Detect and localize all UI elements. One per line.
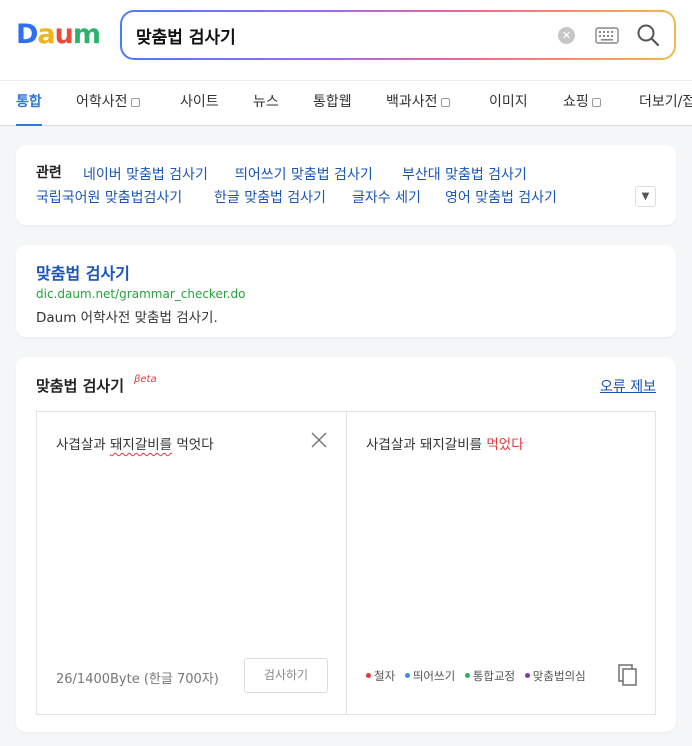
related-link[interactable]: 부산대 맞춤법 검사기 bbox=[402, 164, 527, 184]
tab-more[interactable]: 더보기/접 bbox=[639, 81, 692, 126]
spell-checker: 맞춤법 검사기 βeta 오류 제보 사겹살과 돼지갈비를 먹엇다 26/140… bbox=[16, 357, 676, 732]
related-link[interactable]: 한글 맞춤법 검사기 bbox=[214, 187, 326, 207]
tab-dictionary[interactable]: 어학사전 bbox=[76, 81, 140, 126]
legend-spelling: 철자 bbox=[366, 669, 395, 683]
search-result: 맞춤법 검사기 dic.daum.net/grammar_checker.do … bbox=[16, 245, 676, 337]
checker-title: 맞춤법 검사기 bbox=[36, 377, 125, 395]
tab-label: 통합 bbox=[16, 94, 42, 110]
byte-count: 26/1400Byte (한글 700자) bbox=[56, 672, 219, 687]
correction-legend: 철자 띄어쓰기 통합교정 맞춤법의심 bbox=[366, 668, 592, 684]
tab-web[interactable]: 통합웹 bbox=[313, 81, 352, 126]
error-report-link[interactable]: 오류 제보 bbox=[600, 376, 656, 396]
tab-label: 어학사전 bbox=[76, 94, 128, 110]
tab-shopping[interactable]: 쇼핑 bbox=[563, 81, 601, 126]
checker-panes: 사겹살과 돼지갈비를 먹엇다 26/1400Byte (한글 700자) 검사하… bbox=[36, 411, 656, 715]
input-error-word: 돼지갈비를 bbox=[109, 437, 173, 453]
related-link[interactable]: 네이버 맞춤법 검사기 bbox=[83, 164, 208, 184]
tab-integrated[interactable]: 통합 bbox=[16, 81, 42, 126]
input-pane[interactable]: 사겹살과 돼지갈비를 먹엇다 26/1400Byte (한글 700자) 검사하… bbox=[37, 412, 347, 714]
external-box-icon bbox=[130, 98, 140, 107]
close-icon[interactable] bbox=[310, 431, 328, 449]
tab-news[interactable]: 뉴스 bbox=[253, 81, 279, 126]
external-box-icon bbox=[440, 98, 450, 107]
output-corrected-word[interactable]: 먹었다 bbox=[486, 437, 523, 453]
beta-badge: βeta bbox=[134, 374, 157, 385]
output-prefix: 사겹살과 돼지갈비를 bbox=[366, 437, 487, 453]
logo-letter-u: u bbox=[54, 19, 74, 50]
tab-encyclopedia[interactable]: 백과사전 bbox=[386, 81, 450, 126]
copy-icon[interactable] bbox=[618, 664, 638, 686]
legend-suspect: 맞춤법의심 bbox=[524, 669, 586, 683]
legend-spacing: 띄어쓰기 bbox=[404, 669, 456, 683]
header: D a u m ✕ bbox=[0, 0, 692, 80]
legend-label: 맞춤법의심 bbox=[532, 669, 586, 683]
output-pane: 사겹살과 돼지갈비를 먹었다 철자 띄어쓰기 통합교정 맞춤법의심 bbox=[347, 412, 655, 714]
result-title[interactable]: 맞춤법 검사기 bbox=[36, 260, 130, 284]
search-input[interactable] bbox=[136, 12, 556, 58]
output-text: 사겹살과 돼지갈비를 먹었다 bbox=[366, 433, 524, 453]
tab-label: 더보기/접 bbox=[639, 94, 692, 110]
blue-dot-icon bbox=[404, 673, 410, 678]
tab-label: 쇼핑 bbox=[563, 94, 589, 110]
result-description: Daum 어학사전 맞춤법 검사기. bbox=[36, 310, 218, 326]
search-icon[interactable] bbox=[636, 23, 660, 47]
related-searches: 관련 네이버 맞춤법 검사기 띄어쓰기 맞춤법 검사기 부산대 맞춤법 검사기 … bbox=[16, 145, 676, 225]
input-prefix: 사겹살과 bbox=[56, 437, 110, 453]
red-dot-icon bbox=[366, 673, 371, 678]
related-link[interactable]: 국립국어원 맞춤법검사기 bbox=[36, 187, 182, 207]
legend-integrated: 통합교정 bbox=[464, 669, 516, 683]
tab-label: 이미지 bbox=[489, 94, 528, 110]
external-box-icon bbox=[591, 98, 601, 107]
keyboard-icon[interactable] bbox=[595, 27, 619, 44]
tab-label: 통합웹 bbox=[313, 94, 352, 110]
chevron-down-icon[interactable]: ▼ bbox=[635, 186, 656, 207]
purple-dot-icon bbox=[524, 673, 530, 678]
legend-label: 통합교정 bbox=[472, 669, 516, 683]
logo-letter-m: m bbox=[72, 19, 101, 50]
input-suffix: 먹엇다 bbox=[172, 437, 214, 453]
related-title: 관련 bbox=[36, 165, 62, 181]
search-tabs: 통합 어학사전 사이트 뉴스 통합웹 백과사전 이미지 쇼핑 더보기/접 bbox=[0, 80, 692, 126]
tab-label: 백과사전 bbox=[386, 94, 438, 110]
tab-label: 사이트 bbox=[180, 94, 219, 110]
check-button[interactable]: 검사하기 bbox=[244, 658, 328, 693]
search-inner: ✕ bbox=[122, 12, 674, 58]
logo-letter-d: D bbox=[16, 19, 38, 50]
input-text[interactable]: 사겹살과 돼지갈비를 먹엇다 bbox=[56, 433, 214, 453]
clear-search-button[interactable]: ✕ bbox=[558, 27, 575, 44]
daum-logo[interactable]: D a u m bbox=[16, 19, 101, 50]
legend-label: 철자 bbox=[374, 669, 396, 683]
tab-images[interactable]: 이미지 bbox=[489, 81, 528, 126]
related-link[interactable]: 글자수 세기 bbox=[352, 187, 421, 207]
legend-label: 띄어쓰기 bbox=[412, 669, 456, 683]
green-dot-icon bbox=[464, 673, 470, 678]
tab-site[interactable]: 사이트 bbox=[180, 81, 219, 126]
logo-letter-a: a bbox=[37, 19, 55, 50]
result-url[interactable]: dic.daum.net/grammar_checker.do bbox=[36, 287, 245, 301]
search-box: ✕ bbox=[120, 10, 676, 60]
tab-label: 뉴스 bbox=[253, 94, 279, 110]
related-link[interactable]: 띄어쓰기 맞춤법 검사기 bbox=[235, 164, 373, 184]
related-link[interactable]: 영어 맞춤법 검사기 bbox=[445, 187, 557, 207]
